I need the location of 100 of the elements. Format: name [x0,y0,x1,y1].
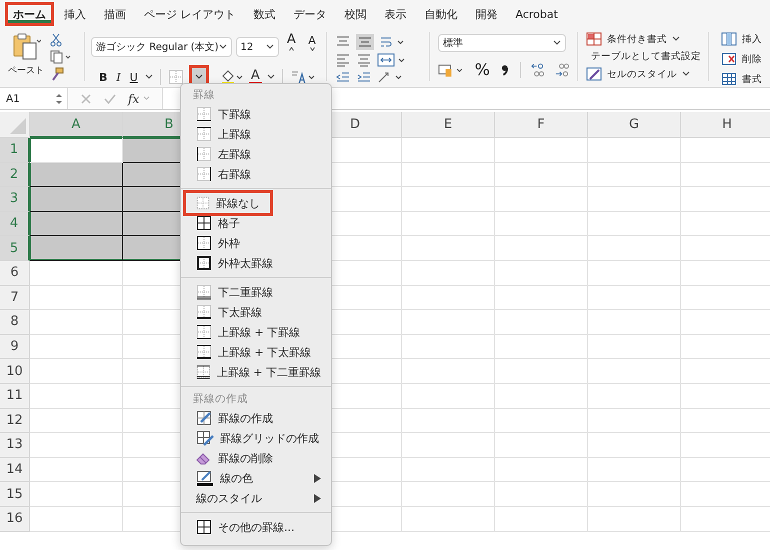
align-left-icon[interactable] [335,53,352,67]
column-header[interactable]: H [681,112,770,138]
ribbon-tab[interactable]: 描画 [96,2,134,26]
menu-item[interactable]: 罫線の作成 [181,408,331,428]
top-bottom-border-icon [196,324,212,340]
increase-decimal-icon[interactable] [530,62,546,78]
column-header[interactable]: A [30,112,123,138]
menu-item[interactable]: 罫線なし [183,190,273,216]
caret-icon [310,47,316,51]
cells-menu-button[interactable]: 書式 [721,72,762,86]
row-header[interactable]: 12 [0,408,30,434]
menu-item[interactable]: 罫線グリッドの作成 [181,428,331,448]
align-middle-icon[interactable] [356,34,374,50]
ribbon-tab[interactable]: 表示 [376,2,414,26]
cells-label: 削除 [742,52,762,66]
outside-border-icon [196,235,212,251]
pencil-grid-icon [196,430,214,446]
decrease-font-size-button[interactable]: A [304,34,320,60]
caret-icon[interactable] [266,74,275,80]
italic-button[interactable]: I [114,70,123,84]
percent-style-button[interactable]: % [472,60,492,79]
menu-item[interactable]: 上罫線 + 下二重罫線 [181,362,331,382]
line-color-icon [196,470,214,486]
name-box[interactable]: A1 [0,88,68,109]
decrease-indent-icon[interactable] [335,70,352,84]
row-header[interactable]: 13 [0,433,30,458]
font-size: 12 [240,42,254,52]
cells-menu-button[interactable]: 挿入 [721,32,762,46]
menu-item[interactable]: その他の罫線... [181,517,331,537]
format-painter-icon[interactable] [50,67,64,81]
top-double-bottom-border-icon [196,364,211,380]
ribbon-tab[interactable]: ページ レイアウト [136,2,244,26]
row-header[interactable]: 4 [0,212,30,236]
merge-center-icon[interactable] [377,53,408,67]
menu-item[interactable]: 下二重罫線 [181,282,331,302]
caret-icon [266,44,274,50]
menu-item[interactable]: 外枠 [181,233,331,253]
menu-item[interactable]: 格子 [181,213,331,233]
right-border-icon [196,166,212,182]
row-header[interactable]: 9 [0,334,30,360]
text-effects-icon[interactable] [290,69,316,85]
caret-icon [218,44,227,50]
accounting-format-icon[interactable] [438,62,465,78]
row-header[interactable]: 14 [0,458,30,482]
row-header[interactable]: 15 [0,482,30,507]
decrease-decimal-icon[interactable] [554,62,570,78]
align-center-icon[interactable] [356,53,372,67]
increase-indent-icon[interactable] [356,70,372,84]
row-header[interactable]: 16 [0,506,30,532]
ribbon-tab[interactable]: 校閲 [336,2,374,26]
row-header[interactable]: 3 [0,187,30,212]
menu-item[interactable]: 線の色 [181,468,331,488]
column-header[interactable]: F [495,112,588,138]
ribbon-tab[interactable]: データ [286,2,334,26]
text-orientation-icon[interactable] [377,70,404,84]
menu-item[interactable]: 左罫線 [181,144,331,164]
bold-button[interactable]: B [97,70,110,84]
row-header[interactable]: 2 [0,162,30,188]
underline-button[interactable]: U [128,70,140,84]
borders-icon[interactable] [168,69,184,85]
row-header[interactable]: 10 [0,359,30,384]
row-header[interactable]: 8 [0,310,30,335]
cells-menu-button[interactable]: 削除 [721,52,762,66]
column-header[interactable]: E [402,112,495,138]
row-header[interactable]: 11 [0,384,30,409]
menu-item[interactable]: 罫線の削除 [181,448,331,468]
bottom-border-icon [196,106,212,122]
ribbon-tab[interactable]: 開発 [468,2,506,26]
font-name: 游ゴシック Regular (本文) [96,40,219,54]
paste-button[interactable]: ペースト [8,32,44,81]
styles-menu-button[interactable]: 条件付き書式 [586,32,700,46]
column-header[interactable]: G [588,112,681,138]
number-format-dropdown[interactable]: 標準 [438,34,566,52]
wrap-text-icon[interactable] [379,35,406,49]
copy-icon[interactable] [50,50,72,64]
font-size-dropdown[interactable]: 12 [236,37,279,57]
cells-label: 書式 [742,72,762,86]
insert-function-button[interactable]: fx [128,92,140,106]
font-name-dropdown[interactable]: 游ゴシック Regular (本文) [91,37,232,57]
menu-item[interactable]: 線のスタイル [181,488,331,508]
row-header[interactable]: 5 [0,236,30,261]
menu-item[interactable]: 外枠太罫線 [181,253,331,273]
row-header[interactable]: 6 [0,260,30,286]
caret-icon[interactable] [144,74,153,80]
menu-item[interactable]: 上罫線 + 下太罫線 [181,342,331,362]
menu-item[interactable]: 右罫線 [181,164,331,184]
caret-icon [289,47,294,51]
row-header[interactable]: 1 [0,138,30,163]
ribbon-tab[interactable]: ホーム [5,2,54,26]
row-header[interactable]: 7 [0,286,30,310]
ribbon-tab[interactable]: 挿入 [56,2,94,26]
styles-menu-button[interactable]: セルのスタイル [586,67,700,81]
top-border-icon [196,126,212,142]
scissors-icon[interactable] [50,33,62,47]
menu-item[interactable]: 下太罫線 [181,302,331,322]
increase-font-size-button[interactable]: A [282,32,300,62]
ribbon-tab[interactable]: 数式 [246,2,284,26]
menu-item[interactable]: 上罫線 + 下罫線 [181,322,331,342]
ribbon-tab[interactable]: Acrobat [508,2,566,26]
ribbon-tab[interactable]: 自動化 [416,2,466,26]
